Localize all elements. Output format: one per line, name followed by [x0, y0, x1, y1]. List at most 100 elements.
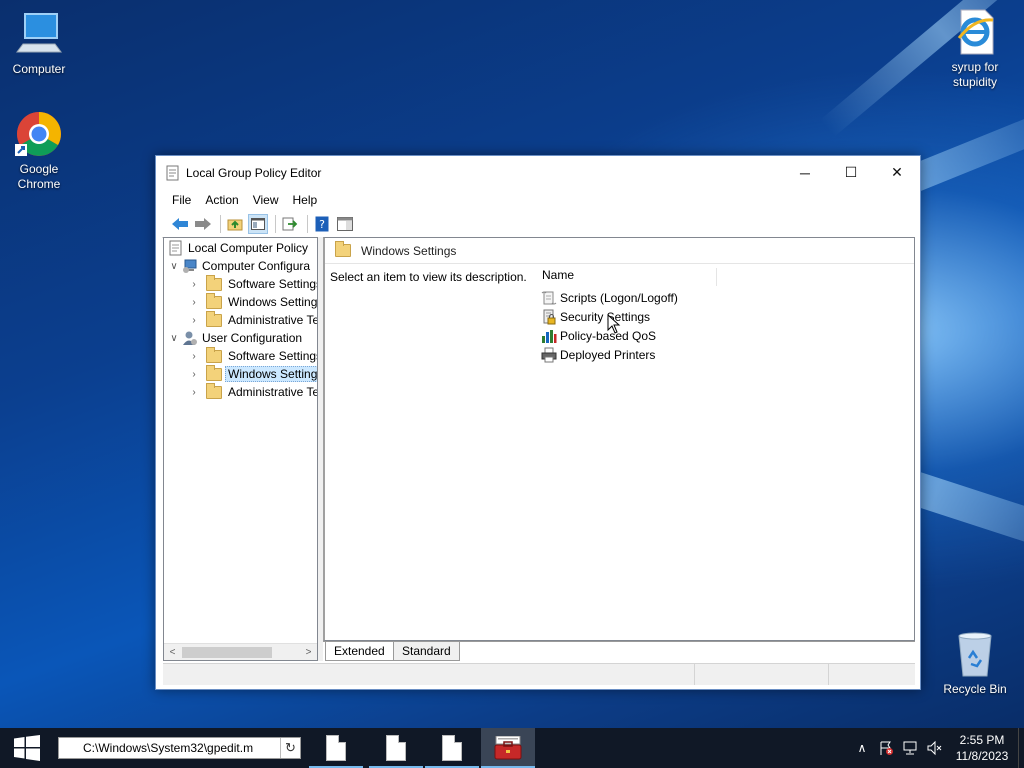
tree-item-user-administrative-templates[interactable]: › Administrative Te [188, 382, 318, 401]
up-folder-icon[interactable] [225, 214, 245, 234]
status-pane [829, 664, 913, 685]
folder-icon [206, 382, 222, 399]
menu-view[interactable]: View [246, 193, 286, 207]
desktop-icon-syrup[interactable]: syrup for stupidity [937, 8, 1013, 90]
title-bar[interactable]: Local Group Policy Editor ─ ☐ ✕ [156, 156, 920, 189]
start-button[interactable] [0, 728, 54, 768]
document-icon [442, 735, 462, 761]
folder-icon [206, 310, 222, 327]
gpedit-window[interactable]: Local Group Policy Editor ─ ☐ ✕ File Act… [155, 155, 921, 690]
status-bar [163, 663, 915, 685]
taskbar-item-document-2[interactable] [369, 728, 423, 768]
tab-label: Standard [402, 644, 451, 658]
desktop-icon-label: Chrome [17, 177, 61, 191]
taskbar-item-gpedit[interactable] [481, 728, 535, 768]
computer-icon [15, 10, 63, 58]
show-desktop-button[interactable] [1018, 728, 1024, 768]
menu-file[interactable]: File [165, 193, 198, 207]
address-toolbar[interactable]: C:\Windows\System32\gpedit.m ↻ [58, 737, 301, 759]
computer-config-icon [182, 258, 198, 274]
tree-item-user-configuration[interactable]: ∨ User Configuration [168, 329, 302, 347]
list-item-security-settings[interactable]: Security Settings [541, 307, 650, 326]
desktop-icon-chrome[interactable]: Google Chrome [1, 110, 77, 192]
tree-item-user-windows-settings[interactable]: › Windows Setting [188, 364, 317, 383]
tree-item-computer-configuration[interactable]: ∨ Computer Configura [168, 257, 310, 275]
taskbar-item-document-1[interactable] [309, 728, 363, 768]
folder-icon [206, 364, 222, 381]
list-item-scripts[interactable]: Scripts (Logon/Logoff) [541, 288, 678, 307]
details-header-title: Windows Settings [361, 243, 457, 258]
toolbox-icon [494, 736, 522, 760]
help-icon[interactable]: ? [312, 214, 332, 234]
system-tray: ∧ 2:55 PM 11/8/2023 [850, 728, 1024, 768]
tree-item-computer-administrative-templates[interactable]: › Administrative Te [188, 310, 317, 329]
tree-horizontal-scrollbar[interactable]: < > [164, 643, 317, 660]
chevron-right-icon[interactable]: › [188, 297, 200, 308]
scroll-right-icon[interactable]: > [300, 644, 317, 660]
scroll-thumb[interactable] [182, 647, 272, 658]
tab-extended[interactable]: Extended [325, 642, 394, 661]
show-hidden-icons-button[interactable]: ∧ [850, 741, 874, 755]
chevron-down-icon[interactable]: ∨ [168, 333, 180, 344]
folder-icon [206, 346, 222, 363]
menu-help[interactable]: Help [286, 193, 325, 207]
tree-item-local-computer-policy[interactable]: Local Computer Policy [168, 239, 308, 257]
taskbar-item-document-3[interactable] [425, 728, 479, 768]
folder-icon [206, 274, 222, 291]
address-input[interactable]: C:\Windows\System32\gpedit.m [59, 741, 280, 755]
toolbar-separator [307, 215, 308, 233]
details-pane: Windows Settings Select an item to view … [323, 237, 915, 641]
chevron-right-icon[interactable]: › [188, 279, 200, 290]
chevron-right-icon[interactable]: › [188, 351, 200, 362]
back-icon[interactable] [170, 214, 190, 234]
menu-action[interactable]: Action [198, 193, 245, 207]
network-icon[interactable] [898, 740, 922, 756]
action-center-flag-icon[interactable] [874, 740, 898, 756]
desktop-icon-label: syrup for [951, 60, 999, 74]
bar-chart-icon [541, 328, 557, 344]
show-hide-tree-icon[interactable] [248, 214, 268, 234]
chevron-right-icon[interactable]: › [188, 315, 200, 326]
tab-label: Extended [334, 644, 385, 658]
chrome-icon [15, 110, 63, 158]
properties-pane-icon[interactable] [335, 214, 355, 234]
desktop-icon-label: Google [19, 162, 59, 176]
desktop-icon-recycle-bin[interactable]: Recycle Bin [937, 630, 1013, 697]
list-item-policy-based-qos[interactable]: Policy-based QoS [541, 326, 656, 345]
tree-item-label: Software Settings [228, 277, 318, 291]
tree-item-label: Windows Setting [228, 295, 318, 309]
chevron-right-icon[interactable]: › [188, 387, 200, 398]
console-tree[interactable]: Local Computer Policy ∨ Computer Configu… [163, 237, 318, 661]
toolbar-separator [220, 215, 221, 233]
close-button[interactable]: ✕ [874, 156, 920, 189]
forward-icon[interactable] [193, 214, 213, 234]
clock[interactable]: 2:55 PM 11/8/2023 [946, 732, 1018, 764]
printer-icon [541, 347, 557, 363]
recycle-bin-icon [951, 630, 999, 678]
desktop-icon-label: stupidity [952, 75, 998, 89]
desktop-icon-label: Computer [12, 62, 66, 76]
chevron-right-icon[interactable]: › [188, 369, 200, 380]
tree-item-computer-software-settings[interactable]: › Software Settings [188, 274, 318, 293]
desktop-icon-computer[interactable]: Computer [1, 10, 77, 77]
column-header-name[interactable]: Name [542, 268, 717, 286]
security-settings-icon [541, 309, 557, 325]
policy-icon [168, 240, 184, 256]
clock-time: 2:55 PM [959, 733, 1005, 747]
chevron-down-icon[interactable]: ∨ [168, 261, 180, 272]
scroll-left-icon[interactable]: < [164, 644, 181, 660]
tree-item-computer-windows-settings[interactable]: › Windows Setting [188, 292, 318, 311]
taskbar: C:\Windows\System32\gpedit.m ↻ ∧ 2:55 PM… [0, 728, 1024, 768]
volume-muted-icon[interactable] [922, 740, 946, 756]
internet-shortcut-icon [951, 8, 999, 56]
windows-logo-icon [14, 735, 40, 761]
tree-item-label: Administrative Te [228, 385, 318, 399]
tab-standard[interactable]: Standard [393, 642, 460, 661]
document-icon [386, 735, 406, 761]
list-item-deployed-printers[interactable]: Deployed Printers [541, 345, 655, 364]
export-list-icon[interactable] [280, 214, 300, 234]
refresh-icon[interactable]: ↻ [280, 738, 300, 758]
minimize-button[interactable]: ─ [782, 156, 828, 189]
tree-item-user-software-settings[interactable]: › Software Settings [188, 346, 317, 365]
maximize-button[interactable]: ☐ [828, 156, 874, 189]
